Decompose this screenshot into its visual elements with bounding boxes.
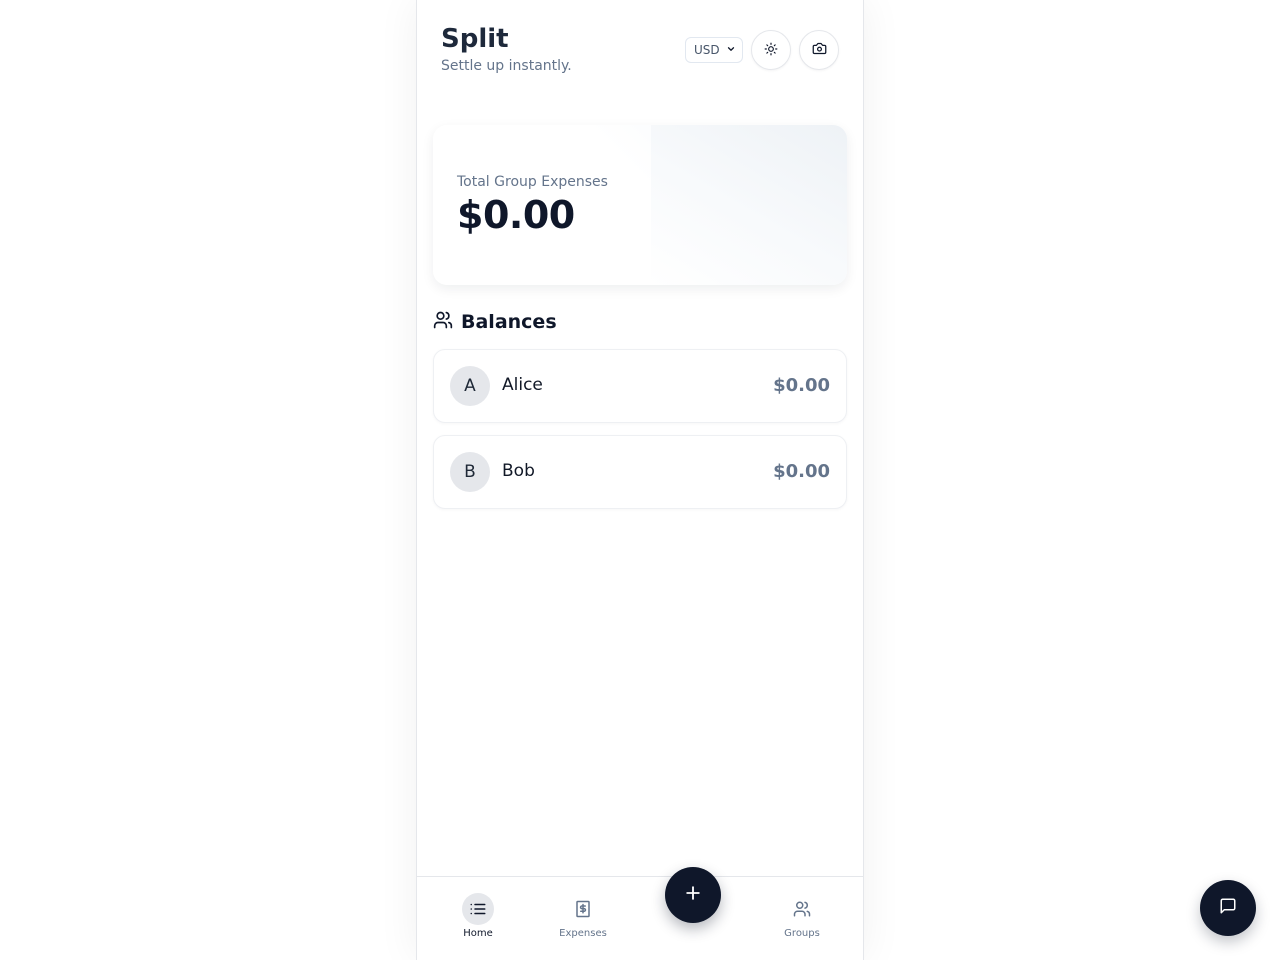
avatar: A	[450, 366, 490, 406]
camera-icon	[812, 41, 827, 60]
add-expense-button[interactable]	[665, 867, 721, 923]
total-expenses-amount: $0.00	[457, 193, 575, 237]
sun-icon	[764, 41, 778, 60]
list-icon	[462, 893, 494, 925]
nav-item-home[interactable]: Home	[438, 893, 518, 939]
balances-header: Balances	[433, 310, 557, 334]
receipt-dollar-icon	[567, 893, 599, 925]
nav-label-groups: Groups	[784, 928, 820, 939]
balance-row-alice[interactable]: A Alice $0.00	[433, 349, 847, 423]
bottom-nav: Home Expenses Groups	[417, 876, 863, 960]
nav-label-home: Home	[463, 928, 493, 939]
nav-item-expenses[interactable]: Expenses	[543, 893, 623, 939]
person-balance: $0.00	[773, 375, 830, 396]
users-icon	[433, 310, 453, 334]
currency-value: USD	[694, 43, 720, 57]
balance-row-bob[interactable]: B Bob $0.00	[433, 435, 847, 509]
currency-select[interactable]: USD	[685, 37, 743, 63]
chevron-down-icon	[726, 43, 736, 57]
balances-title: Balances	[461, 311, 557, 333]
camera-button[interactable]	[799, 30, 839, 70]
nav-label-expenses: Expenses	[559, 928, 607, 939]
app-shell: Split Settle up instantly. USD Total Gro…	[416, 0, 864, 960]
total-expenses-label: Total Group Expenses	[457, 174, 608, 190]
card-decoration	[651, 125, 847, 285]
avatar: B	[450, 452, 490, 492]
total-expenses-card: Total Group Expenses $0.00	[433, 125, 847, 285]
app-header: Split Settle up instantly. USD	[441, 22, 839, 82]
person-name: Alice	[502, 375, 543, 395]
chat-button[interactable]	[1200, 880, 1256, 936]
users-icon	[786, 893, 818, 925]
person-balance: $0.00	[773, 461, 830, 482]
theme-toggle-button[interactable]	[751, 30, 791, 70]
message-square-icon	[1219, 897, 1237, 919]
plus-icon	[683, 883, 703, 907]
nav-item-groups[interactable]: Groups	[762, 893, 842, 939]
header-actions: USD	[685, 30, 839, 70]
person-name: Bob	[502, 461, 535, 481]
